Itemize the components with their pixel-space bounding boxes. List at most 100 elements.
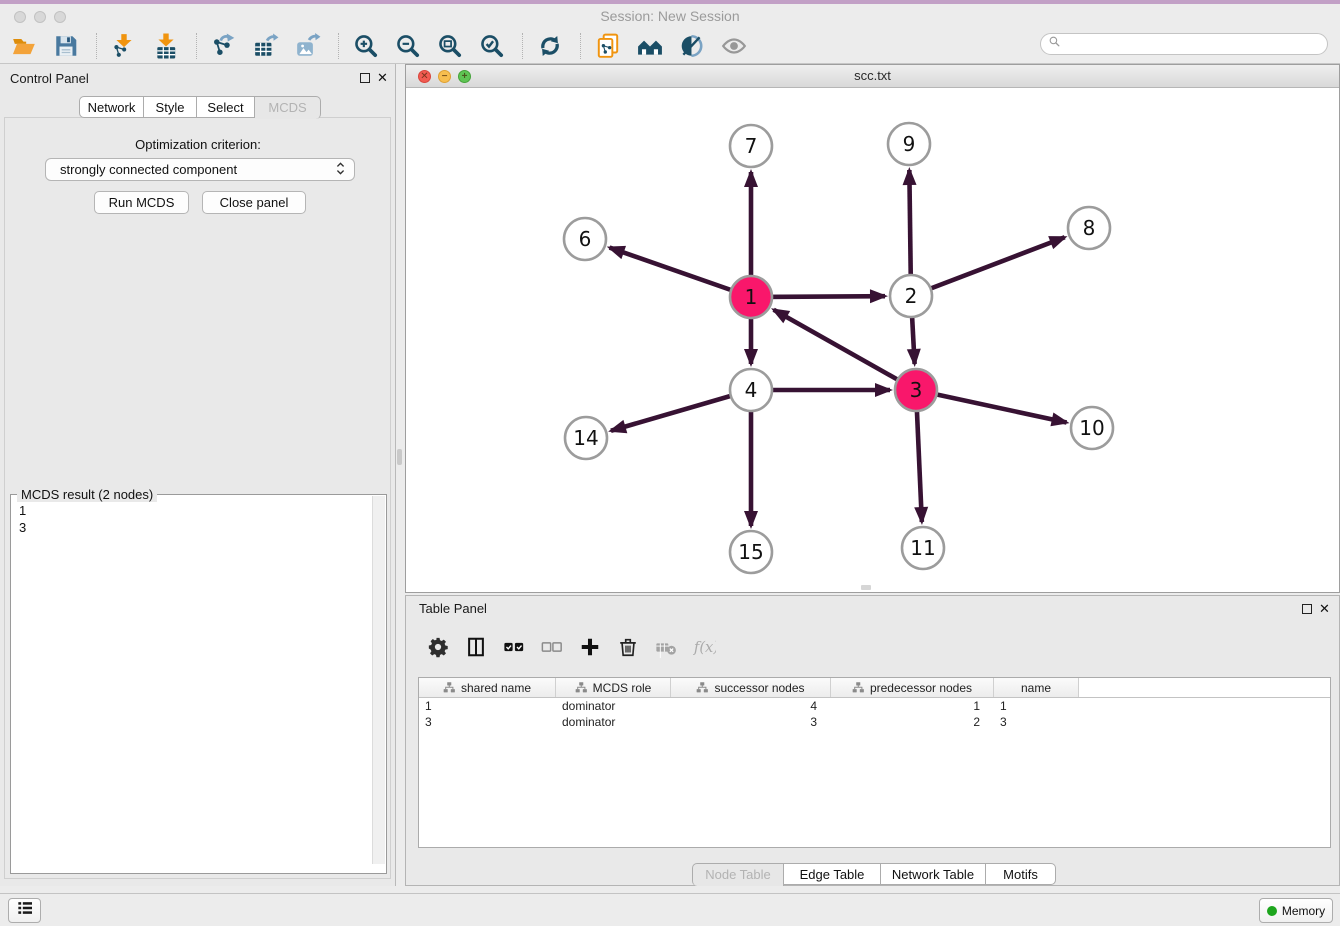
task-list-icon — [15, 898, 35, 923]
table-settings-icon[interactable] — [426, 635, 450, 659]
edge-2-8[interactable] — [911, 237, 1065, 296]
node-3[interactable]: 3 — [895, 369, 937, 411]
criterion-value: strongly connected component — [60, 162, 335, 177]
add-row-icon[interactable] — [578, 635, 602, 659]
cell[interactable]: 4 — [671, 699, 831, 713]
export-table-icon[interactable] — [250, 30, 282, 62]
clone-network-icon[interactable] — [592, 30, 624, 62]
maximize-view-icon[interactable]: + — [458, 70, 471, 83]
edge-3-10[interactable] — [916, 390, 1067, 423]
node-14[interactable]: 14 — [565, 417, 607, 459]
close-table-panel-icon[interactable]: ✕ — [1319, 603, 1330, 615]
float-panel-icon[interactable] — [360, 73, 370, 83]
network-graph[interactable]: 1 2 3 4 6 7 8 9 10 11 14 15 — [406, 88, 1339, 592]
task-history-button[interactable] — [8, 898, 41, 923]
minimize-view-icon[interactable]: − — [438, 70, 451, 83]
tab-select[interactable]: Select — [197, 96, 255, 118]
tab-network-table[interactable]: Network Table — [881, 863, 986, 885]
deselect-all-rows-icon[interactable] — [540, 635, 564, 659]
cell[interactable]: 1 — [419, 699, 556, 713]
tab-network[interactable]: Network — [79, 96, 144, 118]
node-2[interactable]: 2 — [890, 275, 932, 317]
search-input[interactable] — [1065, 34, 1327, 54]
control-panel-tabs: NetworkStyleSelectMCDS — [79, 96, 321, 119]
table-row[interactable]: 1dominator411 — [419, 698, 1330, 714]
toolbar-separator — [338, 33, 340, 59]
float-table-panel-icon[interactable] — [1302, 604, 1312, 614]
tab-edge-table[interactable]: Edge Table — [784, 863, 881, 885]
toolbar-separator — [196, 33, 198, 59]
svg-text:8: 8 — [1083, 216, 1096, 240]
node-9[interactable]: 9 — [888, 123, 930, 165]
delete-row-icon[interactable] — [616, 635, 640, 659]
show-hide-view-icon — [718, 30, 750, 62]
node-11[interactable]: 11 — [902, 527, 944, 569]
network-canvas[interactable]: 1 2 3 4 6 7 8 9 10 11 14 15 — [406, 88, 1339, 592]
close-view-icon[interactable]: ✕ — [418, 70, 431, 83]
select-all-rows-icon[interactable] — [502, 635, 526, 659]
edge-1-6[interactable] — [610, 248, 751, 297]
zoom-out-icon[interactable] — [392, 30, 424, 62]
node-4[interactable]: 4 — [730, 369, 772, 411]
column-header-name[interactable]: name — [994, 678, 1079, 697]
export-image-icon[interactable] — [292, 30, 324, 62]
export-network-icon[interactable] — [208, 30, 240, 62]
table-body: 1dominator4113dominator323 — [419, 698, 1330, 730]
apply-layout-icon[interactable] — [534, 30, 566, 62]
tab-mcds[interactable]: MCDS — [255, 96, 321, 119]
network-window-titlebar[interactable]: ✕ − + scc.txt — [406, 65, 1339, 88]
column-header-MCDS-role[interactable]: MCDS role — [556, 678, 671, 697]
memory-button[interactable]: Memory — [1259, 898, 1333, 923]
zoom-in-icon[interactable] — [350, 30, 382, 62]
column-header-successor-nodes[interactable]: successor nodes — [671, 678, 831, 697]
import-network-icon[interactable] — [108, 30, 140, 62]
import-table-icon[interactable] — [150, 30, 182, 62]
open-ndex-icon[interactable] — [634, 30, 666, 62]
zoom-fit-content-icon[interactable] — [434, 30, 466, 62]
save-session-icon[interactable] — [50, 30, 82, 62]
edge-3-1[interactable] — [774, 310, 916, 390]
toolbar-separator — [96, 33, 98, 59]
tab-style[interactable]: Style — [144, 96, 197, 118]
result-scrollbar[interactable] — [372, 496, 385, 864]
node-table[interactable]: shared nameMCDS rolesuccessor nodesprede… — [418, 677, 1331, 848]
cell[interactable]: 2 — [831, 715, 994, 729]
canvas-resize-grip[interactable] — [861, 585, 871, 590]
search-box[interactable] — [1040, 33, 1328, 55]
node-10[interactable]: 10 — [1071, 407, 1113, 449]
node-1[interactable]: 1 — [730, 276, 772, 318]
svg-text:15: 15 — [738, 540, 763, 564]
svg-text:7: 7 — [745, 134, 758, 158]
run-mcds-button[interactable]: Run MCDS — [94, 191, 189, 214]
cell[interactable]: dominator — [556, 699, 671, 713]
close-panel-icon[interactable]: ✕ — [377, 72, 388, 84]
close-window-icon[interactable] — [14, 11, 26, 23]
node-15[interactable]: 15 — [730, 531, 772, 573]
node-8[interactable]: 8 — [1068, 207, 1110, 249]
zoom-window-icon[interactable] — [54, 11, 66, 23]
cell[interactable]: dominator — [556, 715, 671, 729]
column-header-shared-name[interactable]: shared name — [419, 678, 556, 697]
criterion-dropdown[interactable]: strongly connected component — [45, 158, 355, 181]
zoom-selected-icon[interactable] — [476, 30, 508, 62]
svg-text:1: 1 — [745, 285, 758, 309]
cell[interactable]: 3 — [994, 715, 1079, 729]
toggle-graphics-details-icon[interactable] — [676, 30, 708, 62]
table-row[interactable]: 3dominator323 — [419, 714, 1330, 730]
minimize-window-icon[interactable] — [34, 11, 46, 23]
node-6[interactable]: 6 — [564, 218, 606, 260]
column-header-predecessor-nodes[interactable]: predecessor nodes — [831, 678, 994, 697]
memory-label: Memory — [1282, 904, 1325, 918]
open-session-icon[interactable] — [8, 30, 40, 62]
show-columns-icon[interactable] — [464, 635, 488, 659]
cell[interactable]: 3 — [419, 715, 556, 729]
network-view-window: ✕ − + scc.txt 1 2 3 4 6 7 8 9 10 11 14 15 — [405, 64, 1340, 593]
cell[interactable]: 1 — [994, 699, 1079, 713]
divider-handle[interactable] — [397, 449, 402, 465]
node-7[interactable]: 7 — [730, 125, 772, 167]
tab-node-table[interactable]: Node Table — [692, 863, 784, 886]
tab-motifs[interactable]: Motifs — [986, 863, 1056, 885]
close-panel-button[interactable]: Close panel — [202, 191, 306, 214]
cell[interactable]: 1 — [831, 699, 994, 713]
cell[interactable]: 3 — [671, 715, 831, 729]
